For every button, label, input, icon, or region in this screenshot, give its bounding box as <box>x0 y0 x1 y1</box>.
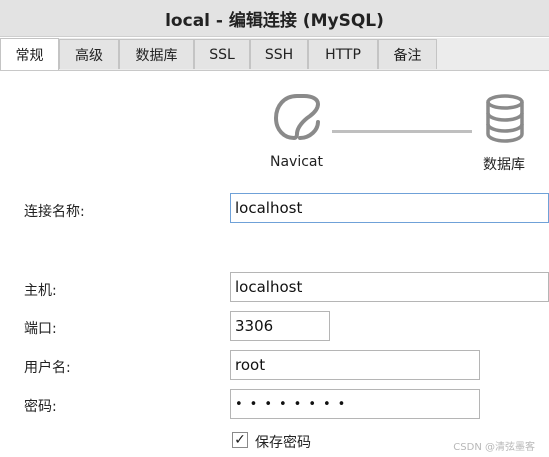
tab-notes[interactable]: 备注 <box>378 39 437 69</box>
tab-ssl-label: SSL <box>209 46 235 63</box>
window-title: local - 编辑连接 (MySQL) <box>165 10 384 31</box>
username-label: 用户名: <box>24 360 71 376</box>
connection-line <box>332 130 472 133</box>
password-value: •••••••• <box>235 396 353 412</box>
host-input[interactable]: localhost <box>230 272 549 302</box>
tab-bar: 常规 高级 数据库 SSL SSH HTTP 备注 <box>0 38 549 71</box>
port-value: 3306 <box>235 317 274 335</box>
database-label: 数据库 <box>483 157 525 173</box>
connection-name-value: localhost <box>235 199 303 217</box>
connection-name-input[interactable]: localhost <box>230 193 549 223</box>
save-password-label[interactable]: 保存密码 <box>255 432 311 452</box>
tab-general-label: 常规 <box>15 47 44 64</box>
username-value: root <box>235 356 266 374</box>
tab-http-label: HTTP <box>325 46 361 63</box>
tab-ssh[interactable]: SSH <box>250 39 308 69</box>
host-label: 主机: <box>24 283 57 299</box>
window-titlebar: local - 编辑连接 (MySQL) <box>0 0 549 37</box>
port-input[interactable]: 3306 <box>230 311 330 341</box>
tab-advanced[interactable]: 高级 <box>59 39 119 69</box>
checkmark-icon: ✓ <box>234 432 246 448</box>
tab-general[interactable]: 常规 <box>0 38 59 70</box>
navicat-logo-icon <box>274 94 320 140</box>
password-input[interactable]: •••••••• <box>230 389 480 419</box>
tab-notes-label: 备注 <box>393 47 422 64</box>
save-password-checkbox[interactable]: ✓ <box>232 432 248 448</box>
database-icon <box>486 94 524 143</box>
tab-http[interactable]: HTTP <box>308 39 378 69</box>
watermark: CSDN @清弦墨客 <box>453 442 535 453</box>
tab-ssh-label: SSH <box>264 46 294 63</box>
password-label: 密码: <box>24 399 57 415</box>
tab-databases-label: 数据库 <box>135 47 178 64</box>
host-value: localhost <box>235 278 303 296</box>
username-input[interactable]: root <box>230 350 480 380</box>
port-label: 端口: <box>24 321 57 337</box>
tab-databases[interactable]: 数据库 <box>119 39 194 69</box>
connection-name-label: 连接名称: <box>24 204 85 220</box>
navicat-label: Navicat <box>270 154 323 170</box>
tab-advanced-label: 高级 <box>75 47 103 64</box>
tab-ssl[interactable]: SSL <box>194 39 250 69</box>
